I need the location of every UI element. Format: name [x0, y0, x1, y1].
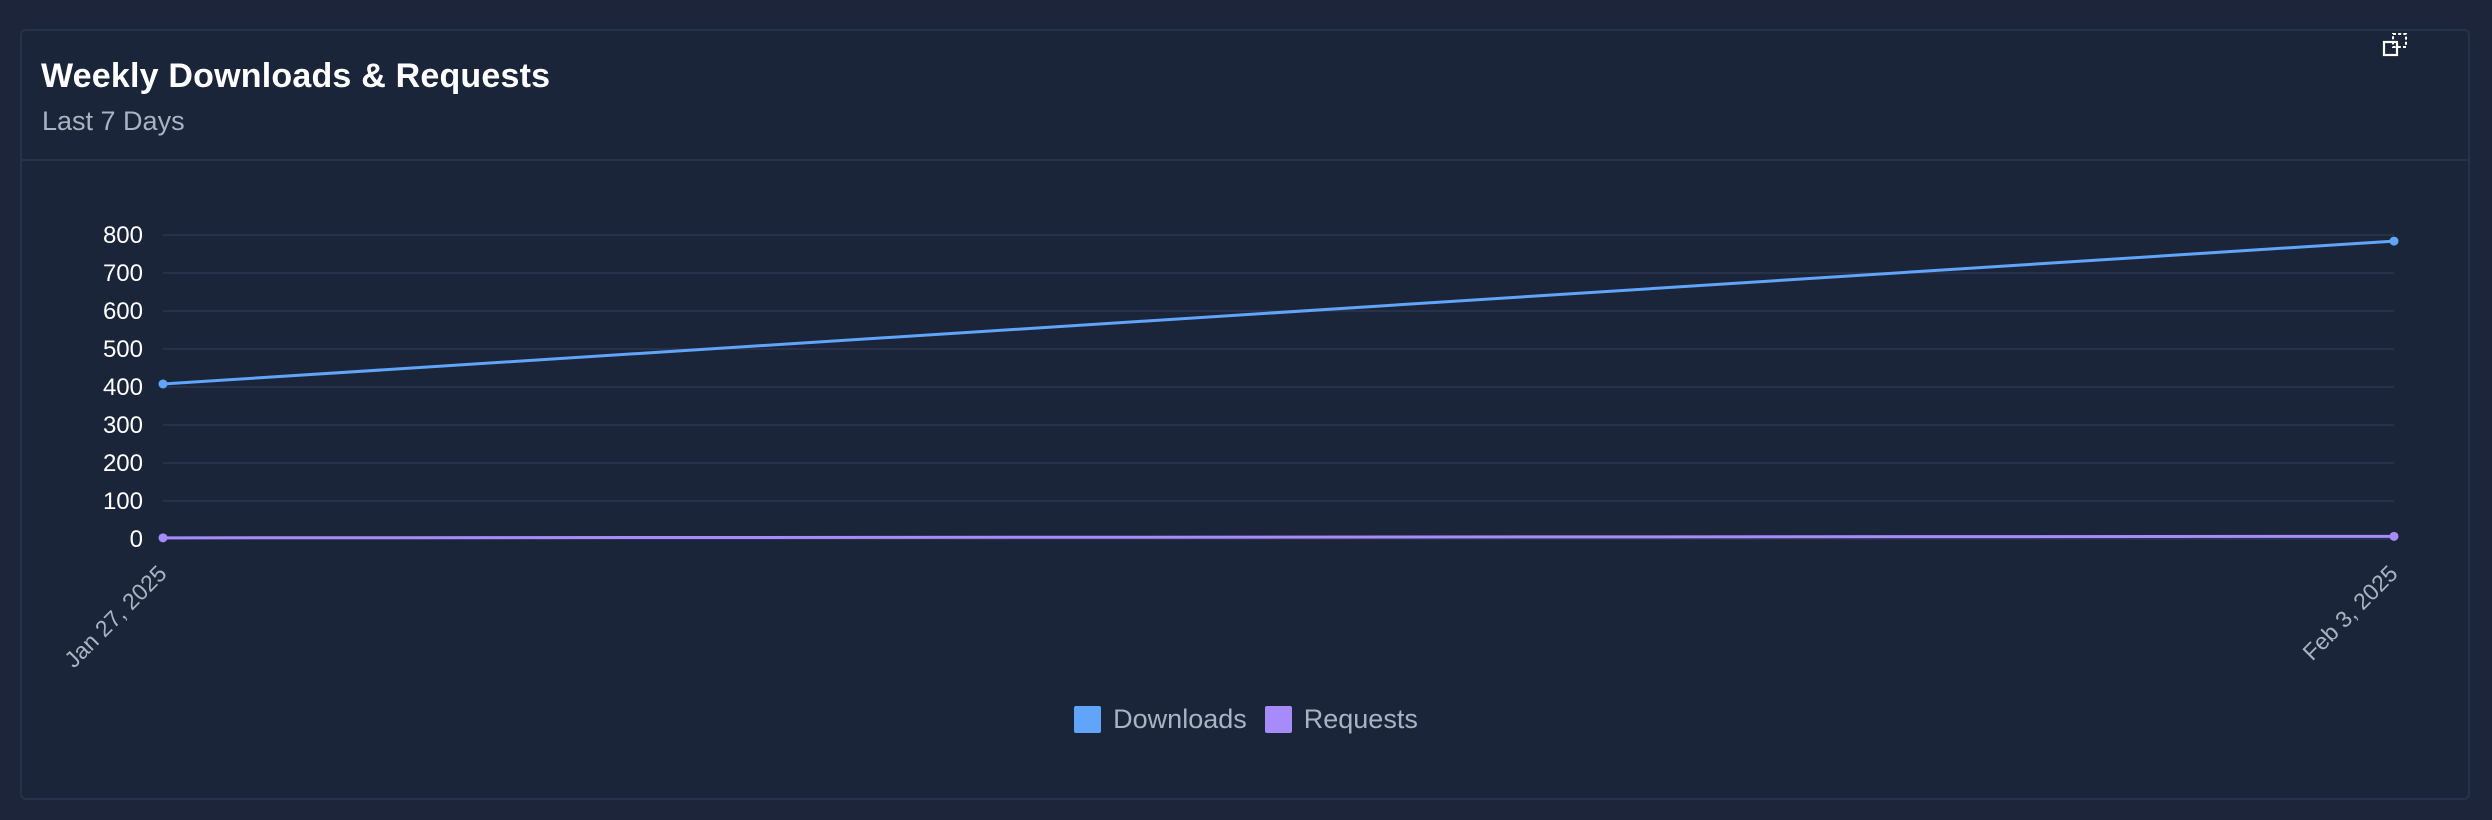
data-point-downloads — [2389, 236, 2399, 246]
legend-label-downloads: Downloads — [1113, 704, 1247, 734]
legend-label-requests: Requests — [1303, 704, 1418, 734]
y-tick-label: 800 — [103, 222, 143, 249]
data-point-downloads — [158, 379, 168, 389]
x-tick-label: Jan 27, 2025 — [59, 560, 171, 672]
line-chart: 0 100 200 300 400 500 600 700 800 Jan 27, 2025 Feb… — [59, 222, 2402, 673]
y-tick-label: 700 — [103, 260, 143, 287]
y-tick-label: 600 — [103, 298, 143, 325]
y-tick-label: 400 — [103, 374, 143, 401]
legend-swatch-requests — [1264, 706, 1292, 733]
legend-item-requests[interactable]: Requests — [1264, 704, 1418, 735]
data-point-requests — [2389, 531, 2399, 541]
series-line-requests — [162, 534, 2395, 540]
data-point-requests — [158, 533, 168, 543]
y-tick-label: 300 — [103, 412, 143, 439]
chart-legend: Downloads Requests — [0, 704, 2492, 735]
y-tick-label: 500 — [103, 336, 143, 363]
legend-swatch-downloads — [1074, 706, 1102, 733]
y-tick-label: 0 — [130, 526, 143, 553]
y-tick-label: 200 — [103, 450, 143, 477]
y-tick-label: 100 — [103, 488, 143, 515]
series-line-downloads — [162, 239, 2395, 386]
legend-item-downloads[interactable]: Downloads — [1074, 704, 1247, 735]
x-tick-label: Feb 3, 2025 — [2297, 560, 2402, 665]
